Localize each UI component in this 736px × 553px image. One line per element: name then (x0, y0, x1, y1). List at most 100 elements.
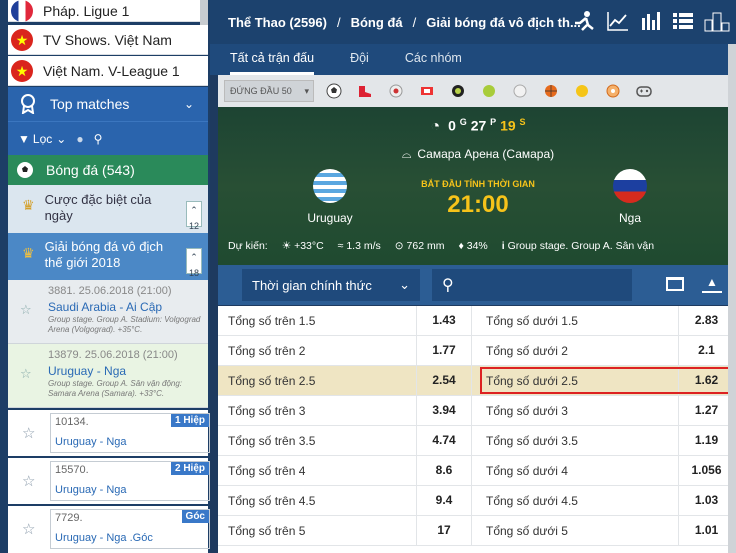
half-box[interactable]: 10134. Uruguay - Nga 1 Hiệp (50, 413, 210, 453)
under-odd[interactable]: 1.01 (678, 516, 734, 545)
under-label: Tổng số dưới 5 (486, 524, 568, 538)
half-teams[interactable]: Uruguay - Nga (55, 436, 127, 448)
over-odd[interactable]: 9.4 (416, 486, 472, 515)
star-icon[interactable]: ☆ (20, 302, 32, 318)
market-filter-bar: Thời gian chính thức ⌄ ⚲ ▲ (218, 265, 736, 305)
half-box[interactable]: 7729. Uruguay - Nga .Góc Góc (50, 509, 210, 549)
bar-chart-icon[interactable] (640, 10, 662, 32)
match-scoreboard: ◔ 0 G 27 P 19 S ⌓ Самара Арена (Самара) Ur… (218, 107, 736, 265)
tab-bar: Tất cả trận đấu Đội Các nhóm (210, 44, 736, 75)
over-label: Tổng số trên 3 (228, 404, 306, 418)
venue: ⌓ Самара Арена (Самара) (218, 147, 736, 162)
football-icon[interactable] (323, 80, 345, 102)
odds-row: Tổng số trên 5 17 Tổng số dưới 5 1.01 (218, 516, 736, 546)
ball-icon[interactable] (385, 80, 407, 102)
over-label: Tổng số trên 2.5 (228, 374, 316, 388)
target-icon[interactable] (447, 80, 469, 102)
under-odd[interactable]: 1.27 (678, 396, 734, 425)
breadcrumb-tournament[interactable]: Giải bóng đá vô địch th... (426, 15, 581, 30)
weather-wind: ≈ 1.3 m/s (337, 240, 381, 252)
half-id: 7729. (55, 512, 83, 524)
period-select-label: Thời gian chính thức (252, 277, 372, 293)
under-odd[interactable]: 1.056 (678, 456, 734, 485)
over-label: Tổng số trên 2 (228, 344, 306, 358)
under-odd[interactable]: 1.03 (678, 486, 734, 515)
under-odd[interactable]: 1.19 (678, 426, 734, 455)
home-team[interactable]: Uruguay (300, 169, 360, 225)
star-icon[interactable]: ☆ (22, 520, 35, 538)
tab-groups[interactable]: Các nhóm (405, 44, 462, 75)
over-odd[interactable]: 3.94 (416, 396, 472, 425)
period-select[interactable]: Thời gian chính thức ⌄ (242, 269, 420, 301)
market-search-input[interactable]: ⚲ (432, 269, 632, 301)
over-odd[interactable]: 4.74 (416, 426, 472, 455)
half-box[interactable]: 15570. Uruguay - Nga 2 Hiệp (50, 461, 210, 501)
star-icon[interactable]: ☆ (22, 472, 35, 490)
kickoff: BẮT ĐẦU TÍNH THỜI GIAN 21:00 (408, 179, 548, 219)
under-label: Tổng số dưới 2 (486, 344, 568, 358)
top50-dropdown[interactable]: ĐỨNG ĐẦU 50 ▾ (224, 80, 314, 102)
trophy-icon: ♛ (22, 245, 35, 261)
over-odd[interactable]: 8.6 (416, 456, 472, 485)
over-odd[interactable]: 1.43 (416, 306, 472, 335)
half-item[interactable]: ☆ 7729. Uruguay - Nga .Góc Góc (8, 506, 210, 553)
badge-icon[interactable] (602, 80, 624, 102)
match-item-selected[interactable]: ☆ 13879. 25.06.2018 (21:00) Uruguay - Ng… (8, 344, 208, 408)
list-icon[interactable] (672, 10, 694, 32)
odds-row: Tổng số trên 3 3.94 Tổng số dưới 3 1.27 (218, 396, 736, 426)
category-item[interactable]: ♛ Cược đặc biệt của ngày ⌃ 12 (8, 185, 208, 233)
collapse-icon[interactable]: ▲ (702, 275, 722, 293)
page-scrollbar[interactable] (728, 44, 736, 553)
filter-label[interactable]: Lọc (33, 132, 52, 146)
under-label: Tổng số dưới 3.5 (486, 434, 578, 448)
player-icon[interactable] (572, 10, 596, 32)
tab-all-matches[interactable]: Tất cả trận đấu (230, 44, 315, 75)
card-icon[interactable] (416, 80, 438, 102)
odds-row: Tổng số trên 4 8.6 Tổng số dưới 4 1.056 (218, 456, 736, 486)
breadcrumb-football[interactable]: Bóng đá (351, 15, 403, 30)
match-teams[interactable]: Uruguay - Nga (48, 364, 126, 378)
star-icon[interactable]: ☆ (20, 366, 32, 382)
match-item[interactable]: ☆ 3881. 25.06.2018 (21:00) Saudi Arabia … (8, 280, 208, 344)
over-odd[interactable]: 1.77 (416, 336, 472, 365)
match-teams[interactable]: Saudi Arabia - Ai Cập (48, 300, 162, 314)
under-label: Tổng số dưới 3 (486, 404, 568, 418)
russia-flag-icon (613, 169, 647, 203)
league-item[interactable]: ★ TV Shows. Việt Nam (8, 25, 208, 55)
tennis-icon[interactable] (478, 80, 500, 102)
league-item[interactable]: Pháp. Ligue 1 (8, 0, 208, 22)
half-teams[interactable]: Uruguay - Nga .Góc (55, 532, 153, 544)
over-odd[interactable]: 2.54 (416, 366, 472, 395)
under-label: Tổng số dưới 4.5 (486, 494, 578, 508)
half-teams[interactable]: Uruguay - Nga (55, 484, 127, 496)
gamepad-icon[interactable] (633, 80, 655, 102)
stats-line-icon[interactable] (606, 10, 630, 32)
under-odd[interactable]: 2.1 (678, 336, 734, 365)
boot-icon[interactable] (354, 80, 376, 102)
single-column-icon[interactable] (666, 277, 684, 291)
breadcrumb-sports[interactable]: Thể Thao (2596) (228, 15, 327, 30)
basketball-icon[interactable] (540, 80, 562, 102)
vietnam-flag-icon: ★ (11, 59, 33, 82)
star-icon[interactable]: ☆ (22, 424, 35, 442)
away-team[interactable]: Nga (600, 169, 660, 225)
sport-football[interactable]: Bóng đá (543) (8, 155, 208, 185)
match-info: i Group stage. Group A. Sân vận (501, 240, 655, 252)
tab-teams[interactable]: Đội (350, 44, 369, 75)
search-icon[interactable]: ⚲ (94, 132, 103, 146)
home-team-name: Uruguay (307, 211, 353, 225)
filter-icon[interactable]: ▼ (18, 132, 30, 146)
over-odd[interactable]: 17 (416, 516, 472, 545)
wind-icon: ≈ (337, 240, 344, 252)
league-item[interactable]: ★ Việt Nam. V-League 1 (8, 56, 208, 86)
category-item-selected[interactable]: ♛ Giải bóng đá vô địch thế giới 2018 ⌃ 18 (8, 233, 208, 280)
yellow-ball-icon[interactable] (571, 80, 593, 102)
half-item[interactable]: ☆ 15570. Uruguay - Nga 2 Hiệp (8, 458, 210, 504)
half-item[interactable]: ☆ 10134. Uruguay - Nga 1 Hiệp (8, 410, 210, 456)
podium-icon[interactable] (704, 10, 730, 32)
globe-icon[interactable]: ● (76, 132, 83, 146)
golf-icon[interactable] (509, 80, 531, 102)
forecast-label: Dự kiến: (228, 240, 268, 252)
top-matches-button[interactable]: Top matches ⌄ (8, 87, 208, 121)
under-odd[interactable]: 2.83 (678, 306, 734, 335)
